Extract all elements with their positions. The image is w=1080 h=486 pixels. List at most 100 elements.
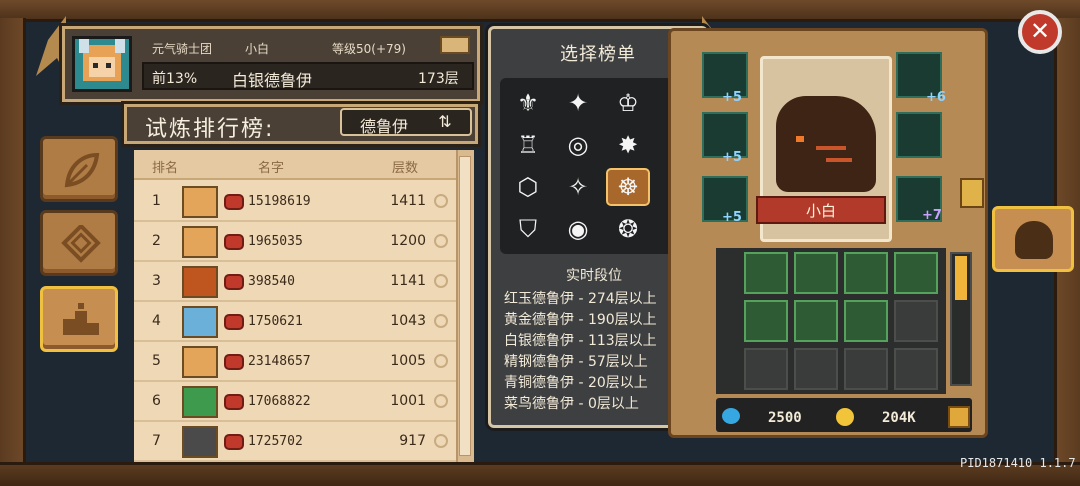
tab-diamond[interactable] <box>40 210 118 276</box>
table-row[interactable]: 4 1750621 1043 <box>134 302 456 342</box>
table-row[interactable]: 3 398540 1141 <box>134 262 456 302</box>
material-icon[interactable] <box>948 406 970 428</box>
row-rank: 4 <box>152 313 161 329</box>
hero-class-icon-9[interactable]: ⬡ <box>506 168 550 206</box>
magnifier-icon[interactable] <box>434 314 448 328</box>
backpack-icon <box>224 234 244 250</box>
class-selector-label: 德鲁伊 <box>360 117 409 136</box>
table-row[interactable]: 5 23148657 1005 <box>134 342 456 382</box>
swap-icon[interactable]: ⇅ <box>432 112 458 132</box>
row-floor: 1005 <box>390 353 426 369</box>
close-button[interactable]: ✕ <box>1018 10 1062 54</box>
helmet-icon <box>1015 221 1053 259</box>
row-floor: 1001 <box>390 393 426 409</box>
row-rank: 2 <box>152 233 161 249</box>
weapon-badge: +5 <box>722 210 742 225</box>
hero-class-icon-14[interactable]: ◉ <box>556 210 600 248</box>
hero-class-icon-13[interactable]: ⛉ <box>506 210 550 248</box>
magnifier-icon[interactable] <box>434 394 448 408</box>
inventory-slot[interactable] <box>744 348 788 390</box>
tier-item: 青铜德鲁伊 - 20层以上 <box>504 375 648 391</box>
tier-item: 白银德鲁伊 - 113层以上 <box>504 333 657 349</box>
player-avatar[interactable] <box>72 36 132 92</box>
coin-count: 204K <box>882 410 916 426</box>
player-name: 小白 <box>245 42 270 56</box>
tab-leaderboard[interactable] <box>40 286 118 352</box>
weapon-badge: +5 <box>722 150 742 165</box>
row-player-id: 23148657 <box>248 354 311 369</box>
row-player-id: 1725702 <box>248 434 303 449</box>
player-rank-percent: 前13% <box>152 71 198 87</box>
magnifier-icon[interactable] <box>434 354 448 368</box>
row-floor: 1141 <box>390 273 426 289</box>
row-player-id: 398540 <box>248 274 295 289</box>
table-row[interactable]: 7 1725702 917 <box>134 422 456 462</box>
hero-class-icon-10[interactable]: ✧ <box>556 168 600 206</box>
row-rank: 6 <box>152 393 161 409</box>
inventory-slot[interactable] <box>844 348 888 390</box>
inventory-slot[interactable] <box>794 348 838 390</box>
podium-icon <box>63 303 99 335</box>
inventory-slot[interactable] <box>844 300 888 342</box>
inventory-slot[interactable] <box>894 348 938 390</box>
backpack-icon <box>224 314 244 330</box>
inventory-slot[interactable] <box>894 252 938 294</box>
column-floor: 层数 <box>392 161 419 176</box>
magnifier-icon[interactable] <box>434 434 448 448</box>
magnifier-icon[interactable] <box>434 234 448 248</box>
expand-arrow[interactable] <box>960 178 984 208</box>
inventory-slot[interactable] <box>794 252 838 294</box>
bear-icon <box>786 112 866 182</box>
row-avatar <box>182 386 218 418</box>
magnifier-icon[interactable] <box>434 274 448 288</box>
version-label: PID1871410 1.1.7 <box>960 456 1076 470</box>
leaf-icon <box>64 152 100 188</box>
inventory-slot[interactable] <box>794 300 838 342</box>
frame-left <box>0 18 26 468</box>
inventory-slot[interactable] <box>844 252 888 294</box>
row-floor: 1411 <box>390 193 426 209</box>
tab-leaf[interactable] <box>40 136 118 202</box>
row-avatar <box>182 226 218 258</box>
hero-class-icon-15[interactable]: ❂ <box>606 210 650 248</box>
diamond-icon <box>61 225 101 263</box>
hero-class-icon-2[interactable]: ✦ <box>556 84 600 122</box>
scroll-icon[interactable] <box>440 36 470 54</box>
row-avatar <box>182 266 218 298</box>
player-tier-title: 白银德鲁伊 <box>232 71 313 90</box>
backpack-icon <box>224 194 244 210</box>
hero-class-icon-3[interactable]: ♔ <box>606 84 650 122</box>
hero-class-icon-11[interactable]: ☸ <box>606 168 650 206</box>
gem-icon <box>722 408 740 424</box>
table-row[interactable]: 1 15198619 1411 <box>134 182 456 222</box>
skin-slot[interactable] <box>896 112 942 158</box>
row-rank: 5 <box>152 353 161 369</box>
tab-helmet[interactable] <box>992 206 1074 272</box>
tier-item: 菜鸟德鲁伊 - 0层以上 <box>504 396 639 412</box>
inventory-scroll-thumb[interactable] <box>955 256 967 300</box>
player-floor: 173层 <box>418 71 459 87</box>
hero-class-icon-5[interactable]: ♖ <box>506 126 550 164</box>
magnifier-icon[interactable] <box>434 194 448 208</box>
live-tier-title: 实时段位 <box>566 268 622 284</box>
leaderboard-title: 试炼排行榜: <box>145 117 275 142</box>
inventory-slot[interactable] <box>744 252 788 294</box>
row-rank: 1 <box>152 193 161 209</box>
tier-item: 黄金德鲁伊 - 190层以上 <box>504 312 657 328</box>
table-row[interactable]: 2 1965035 1200 <box>134 222 456 262</box>
row-player-id: 1750621 <box>248 314 303 329</box>
table-row[interactable]: 6 17068822 1001 <box>134 382 456 422</box>
column-rank: 排名 <box>152 161 179 176</box>
inventory-slot[interactable] <box>744 300 788 342</box>
pet-image <box>776 96 876 192</box>
leaderboard-scroll-thumb[interactable] <box>459 156 471 456</box>
row-floor: 1043 <box>390 313 426 329</box>
row-rank: 3 <box>152 273 161 289</box>
pet-name: 小白 <box>805 202 836 220</box>
backpack-icon <box>224 434 244 450</box>
skin-badge: +6 <box>926 90 946 105</box>
inventory-slot[interactable] <box>894 300 938 342</box>
hero-class-icon-6[interactable]: ◎ <box>556 126 600 164</box>
hero-class-icon-7[interactable]: ✸ <box>606 126 650 164</box>
hero-class-icon-1[interactable]: ⚜ <box>506 84 550 122</box>
